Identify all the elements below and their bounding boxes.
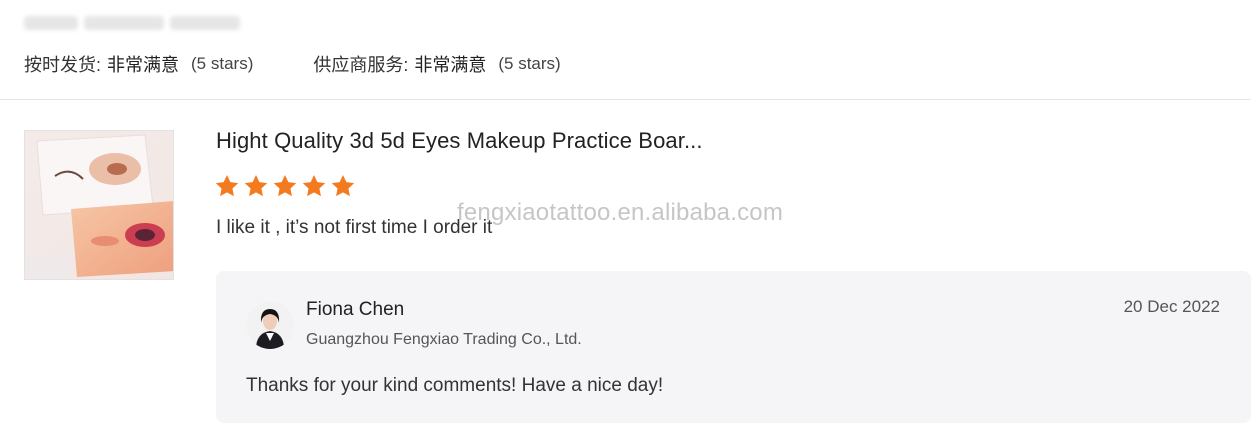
blurred-header-text <box>24 12 264 34</box>
product-image <box>25 131 173 279</box>
star-icon <box>273 174 297 197</box>
rating-supplier-service: 供应商服务: 非常满意 (5 stars) <box>313 51 560 77</box>
star-icon <box>215 174 239 197</box>
star-icon <box>244 174 268 197</box>
reply-date: 20 Dec 2022 <box>1123 297 1220 316</box>
rating-stars-text: (5 stars) <box>191 54 254 73</box>
rating-value: 非常满意 <box>107 55 180 75</box>
product-thumbnail[interactable] <box>24 130 174 280</box>
seller-ratings-row: 按时发货: 非常满意 (5 stars) 供应商服务: 非常满意 (5 star… <box>24 50 621 78</box>
seller-name: Fiona Chen <box>306 299 405 320</box>
rating-on-time-delivery: 按时发货: 非常满意 (5 stars) <box>24 51 253 77</box>
rating-value: 非常满意 <box>414 55 487 75</box>
seller-reply-box: Fiona Chen Guangzhou Fengxiao Trading Co… <box>216 271 1251 423</box>
avatar-image <box>246 301 294 349</box>
review-star-rating <box>214 173 356 199</box>
rating-label: 按时发货: <box>24 55 102 75</box>
rating-label: 供应商服务: <box>313 55 409 75</box>
seller-company: Guangzhou Fengxiao Trading Co., Ltd. <box>306 331 582 348</box>
divider <box>0 99 1251 100</box>
watermark: fengxiaotattoo.en.alibaba.com <box>457 199 784 226</box>
product-title-link[interactable]: Hight Quality 3d 5d Eyes Makeup Practice… <box>216 128 703 154</box>
review-text: I like it , it’s not first time I order … <box>216 217 493 238</box>
rating-stars-text: (5 stars) <box>498 54 561 73</box>
star-icon <box>302 174 326 197</box>
reply-text: Thanks for your kind comments! Have a ni… <box>246 375 664 396</box>
seller-avatar <box>246 301 294 349</box>
star-icon <box>331 174 355 197</box>
